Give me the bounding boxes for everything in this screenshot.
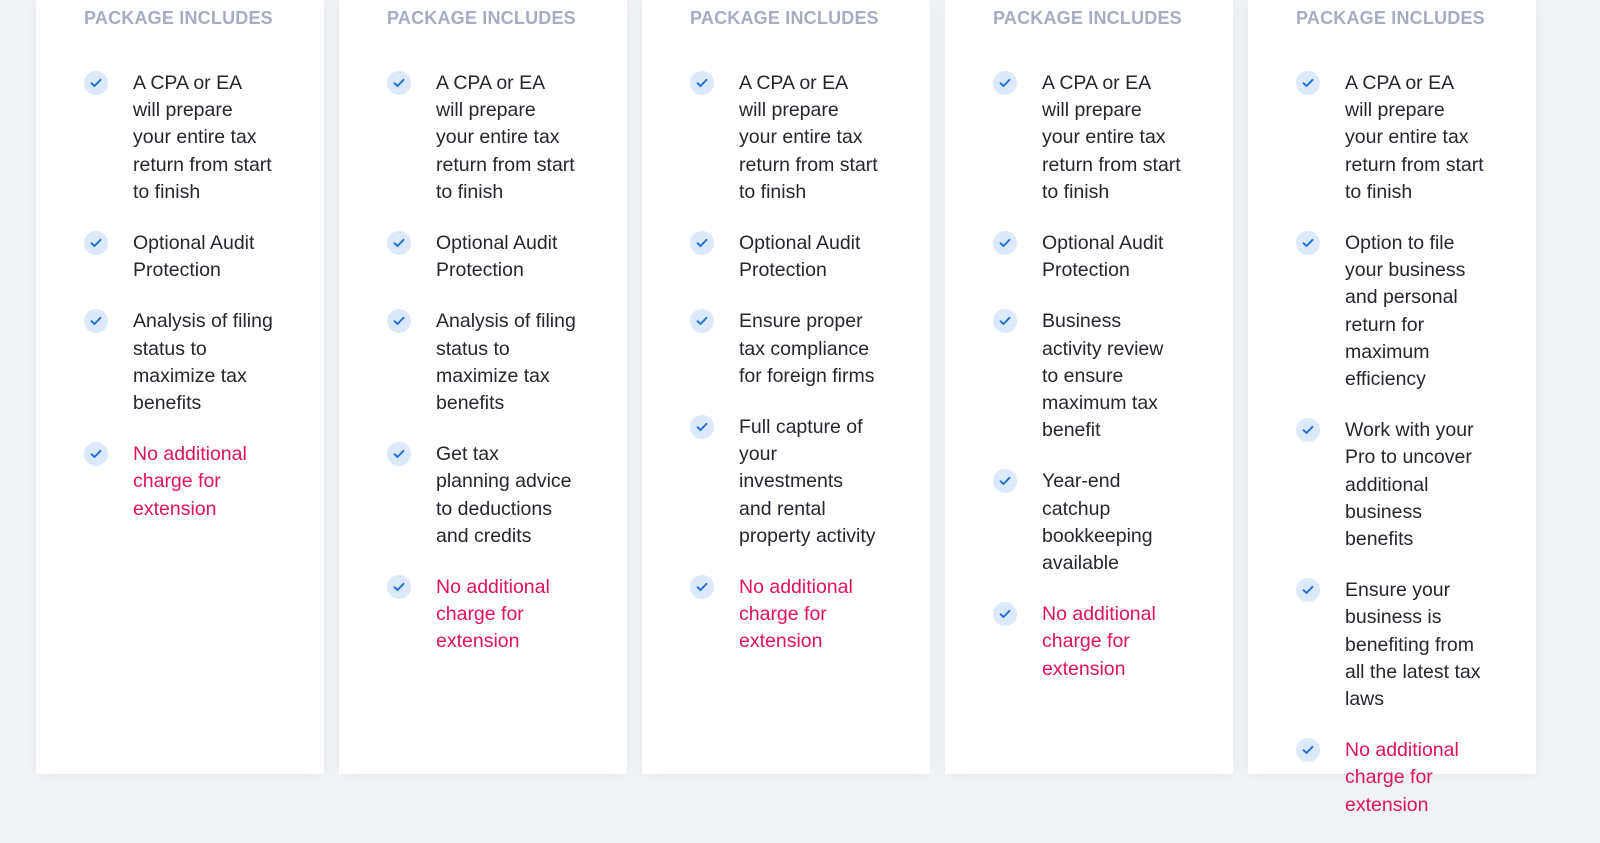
check-icon xyxy=(690,309,714,334)
package-includes-heading: PACKAGE INCLUDES xyxy=(690,8,879,28)
feature-item: Optional Audit Protection xyxy=(993,230,1213,284)
feature-item: No additional charge for extension xyxy=(1296,737,1516,819)
feature-item: Ensure proper tax compliance for foreign… xyxy=(690,308,910,390)
feature-list: A CPA or EA will prepare your entire tax… xyxy=(387,70,607,680)
feature-list: A CPA or EA will prepare your entire tax… xyxy=(84,70,304,547)
feature-item: Optional Audit Protection xyxy=(690,230,910,284)
package-card-2: PACKAGE INCLUDES A CPA or EA will prepar… xyxy=(339,0,627,774)
feature-text: A CPA or EA will prepare your entire tax… xyxy=(739,72,878,203)
feature-item: A CPA or EA will prepare your entire tax… xyxy=(387,70,607,206)
feature-item: A CPA or EA will prepare your entire tax… xyxy=(993,70,1213,206)
feature-item: Work with your Pro to uncover additional… xyxy=(1296,417,1516,553)
check-icon xyxy=(387,231,411,256)
feature-text: Optional Audit Protection xyxy=(1042,232,1164,282)
package-card-5: PACKAGE INCLUDES A CPA or EA will prepar… xyxy=(1248,0,1536,816)
feature-item: Analysis of filing status to maximize ta… xyxy=(84,308,304,417)
feature-text: Optional Audit Protection xyxy=(133,232,255,282)
feature-list: A CPA or EA will prepare your entire tax… xyxy=(690,70,910,680)
feature-list: A CPA or EA will prepare your entire tax… xyxy=(1296,70,1516,843)
check-icon xyxy=(993,469,1017,494)
package-card-1: PACKAGE INCLUDES A CPA or EA will prepar… xyxy=(36,0,324,774)
check-icon xyxy=(993,602,1017,627)
package-includes-heading: PACKAGE INCLUDES xyxy=(84,8,273,28)
extension-note: No additional charge for extension xyxy=(1042,603,1156,680)
feature-item: Full capture of your investments and ren… xyxy=(690,414,910,550)
feature-text: A CPA or EA will prepare your entire tax… xyxy=(436,72,575,203)
feature-item: Get tax planning advice to deductions an… xyxy=(387,441,607,550)
check-icon xyxy=(387,71,411,95)
check-icon xyxy=(84,231,108,256)
feature-item: Analysis of filing status to maximize ta… xyxy=(387,308,607,417)
feature-item: Optional Audit Protection xyxy=(387,230,607,284)
extension-note: No additional charge for extension xyxy=(1345,739,1459,816)
package-card-4: PACKAGE INCLUDES A CPA or EA will prepar… xyxy=(945,0,1233,774)
feature-item: Optional Audit Protection xyxy=(84,230,304,284)
check-icon xyxy=(993,71,1017,95)
feature-text: Ensure your business is benefiting from … xyxy=(1345,579,1481,711)
feature-text: Option to file your business and persona… xyxy=(1345,232,1466,391)
check-icon xyxy=(690,575,714,600)
feature-item: No additional charge for extension xyxy=(690,574,910,656)
check-icon xyxy=(1296,738,1320,763)
feature-item: No additional charge for extension xyxy=(993,601,1213,683)
check-icon xyxy=(1296,71,1320,95)
feature-text: A CPA or EA will prepare your entire tax… xyxy=(1345,72,1484,203)
feature-list: A CPA or EA will prepare your entire tax… xyxy=(993,70,1213,707)
check-icon xyxy=(84,309,108,334)
feature-item: Option to file your business and persona… xyxy=(1296,230,1516,393)
check-icon xyxy=(84,71,108,95)
check-icon xyxy=(387,309,411,334)
feature-text: A CPA or EA will prepare your entire tax… xyxy=(133,72,272,203)
check-icon xyxy=(690,231,714,256)
check-icon xyxy=(993,309,1017,334)
feature-text: Ensure proper tax compliance for foreign… xyxy=(739,310,875,387)
check-icon xyxy=(387,575,411,600)
feature-item: A CPA or EA will prepare your entire tax… xyxy=(1296,70,1516,206)
feature-item: Business activity review to ensure maxim… xyxy=(993,308,1213,444)
feature-text: Business activity review to ensure maxim… xyxy=(1042,310,1164,442)
feature-item: No additional charge for extension xyxy=(387,574,607,656)
package-includes-heading: PACKAGE INCLUDES xyxy=(1296,8,1485,28)
package-includes-heading: PACKAGE INCLUDES xyxy=(387,8,576,28)
feature-text: Work with your Pro to uncover additional… xyxy=(1345,419,1474,551)
package-card-3: PACKAGE INCLUDES A CPA or EA will prepar… xyxy=(642,0,930,774)
extension-note: No additional charge for extension xyxy=(436,576,550,653)
feature-text: A CPA or EA will prepare your entire tax… xyxy=(1042,72,1181,203)
feature-item: A CPA or EA will prepare your entire tax… xyxy=(84,70,304,206)
feature-text: Get tax planning advice to deductions an… xyxy=(436,443,572,547)
check-icon xyxy=(1296,231,1320,256)
check-icon xyxy=(690,71,714,95)
feature-text: Full capture of your investments and ren… xyxy=(739,416,876,547)
feature-item: Ensure your business is benefiting from … xyxy=(1296,577,1516,713)
extension-note: No additional charge for extension xyxy=(133,443,247,520)
check-icon xyxy=(690,415,714,440)
feature-text: Optional Audit Protection xyxy=(436,232,558,282)
package-includes-heading: PACKAGE INCLUDES xyxy=(993,8,1182,28)
check-icon xyxy=(387,442,411,467)
feature-item: No additional charge for extension xyxy=(84,441,304,523)
extension-note: No additional charge for extension xyxy=(739,576,853,653)
feature-text: Year-end catchup bookkeeping available xyxy=(1042,470,1153,575)
check-icon xyxy=(1296,418,1320,443)
check-icon xyxy=(1296,578,1320,603)
check-icon xyxy=(993,231,1017,256)
check-icon xyxy=(84,442,108,467)
feature-item: A CPA or EA will prepare your entire tax… xyxy=(690,70,910,206)
feature-text: Optional Audit Protection xyxy=(739,232,861,282)
feature-text: Analysis of filing status to maximize ta… xyxy=(436,310,576,415)
feature-text: Analysis of filing status to maximize ta… xyxy=(133,310,273,415)
feature-item: Year-end catchup bookkeeping available xyxy=(993,468,1213,577)
